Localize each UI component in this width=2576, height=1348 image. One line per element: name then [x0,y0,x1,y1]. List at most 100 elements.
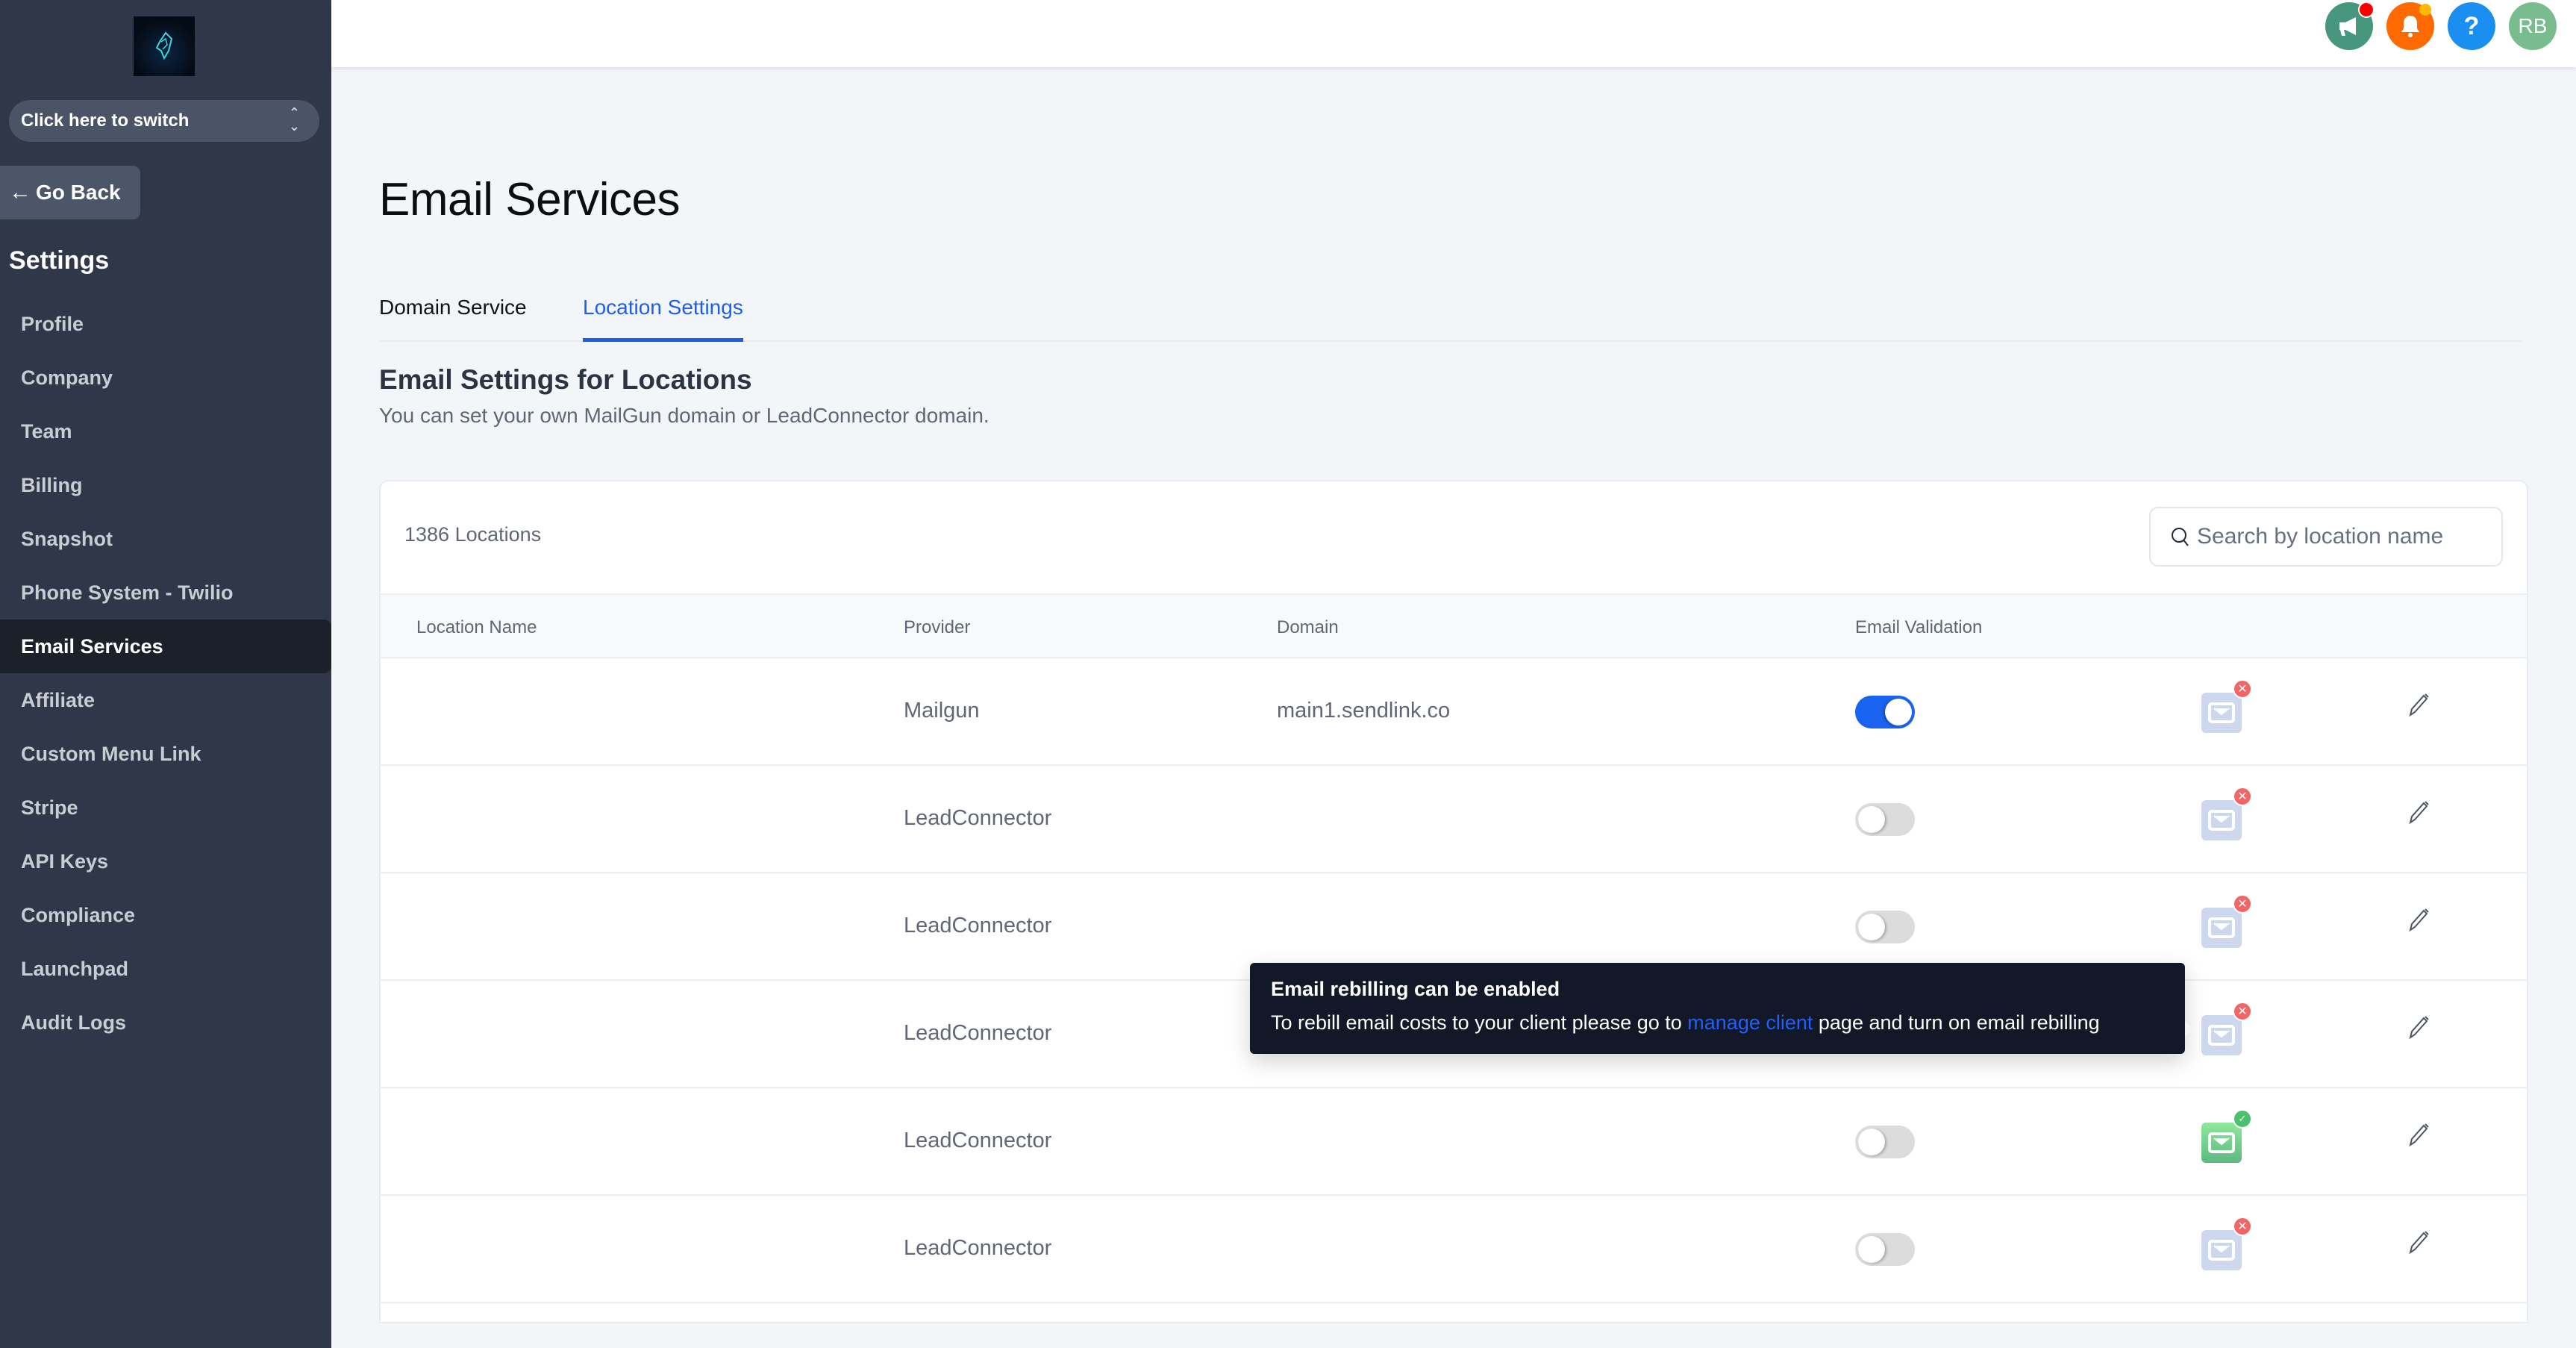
section-title: Email Settings for Locations [379,364,752,395]
top-header: ? RB [331,0,2576,67]
notification-dot [2358,1,2375,18]
search-icon [2172,528,2189,546]
locations-card: 1386 Locations Location Name Provider Do… [379,480,2528,1323]
provider-cell: LeadConnector [904,1129,1052,1152]
column-header-provider[interactable]: Provider [904,617,970,638]
email-validation-toggle[interactable] [1855,1233,1915,1266]
notification-dot [2419,4,2431,16]
manage-client-link[interactable]: manage client [1687,1011,1813,1034]
pencil-edit-icon[interactable] [2403,1121,2433,1151]
card-toolbar: 1386 Locations [381,481,2527,593]
arrow-left-icon: ← [9,180,31,205]
provider-cell: LeadConnector [904,1236,1052,1260]
tab-location-settings[interactable]: Location Settings [583,296,743,342]
go-back-button[interactable]: ← Go Back [0,166,140,219]
sidebar-item-compliance[interactable]: Compliance [0,888,331,942]
sidebar-section-title: Settings [9,246,110,275]
table-header: Location Name Provider Domain Email Vali… [381,593,2527,658]
sidebar: Click here to switch ⌃ ⌄ ← Go Back Settin… [0,0,331,1348]
sidebar-item-billing[interactable]: Billing [0,458,331,512]
header-actions: ? RB [2325,1,2557,50]
table-row: Mailgun main1.sendlink.co ✕ [381,658,2527,766]
user-avatar[interactable]: RB [2509,2,2557,50]
sidebar-item-api-keys[interactable]: API Keys [0,834,331,888]
sidebar-item-launchpad[interactable]: Launchpad [0,942,331,996]
tabs: Domain Service Location Settings [379,296,2522,342]
provider-cell: LeadConnector [904,1021,1052,1045]
lion-logo-icon [155,31,173,60]
pencil-edit-icon[interactable] [2403,799,2433,829]
pencil-edit-icon[interactable] [2403,691,2433,721]
email-rebilling-status[interactable]: ✕ [2201,787,2252,840]
account-switcher-label: Click here to switch [21,110,190,131]
tab-domain-service[interactable]: Domain Service [379,296,527,334]
section-subtitle: You can set your own MailGun domain or L… [379,404,990,427]
email-validation-toggle[interactable] [1855,803,1915,836]
sidebar-item-team[interactable]: Team [0,405,331,458]
sidebar-item-snapshot[interactable]: Snapshot [0,512,331,566]
tooltip-caret [2185,1021,2194,1036]
provider-cell: LeadConnector [904,914,1052,937]
check-icon: ✓ [2233,1109,2252,1129]
notifications-button[interactable] [2386,2,2434,50]
help-button[interactable]: ? [2448,2,2495,50]
rebilling-tooltip: Email rebilling can be enabled To rebill… [1250,963,2194,1054]
error-x-icon: ✕ [2233,679,2252,699]
sidebar-item-company[interactable]: Company [0,351,331,405]
bell-icon [2401,16,2419,37]
email-validation-toggle[interactable] [1855,911,1915,943]
email-validation-toggle[interactable] [1855,1126,1915,1158]
sidebar-item-email-services[interactable]: Email Services [0,620,331,673]
envelope-icon [2208,1132,2235,1153]
error-x-icon: ✕ [2233,787,2252,806]
sidebar-item-stripe[interactable]: Stripe [0,781,331,834]
envelope-icon [2208,702,2235,723]
company-logo[interactable] [134,16,195,76]
sidebar-item-phone-system[interactable]: Phone System - Twilio [0,566,331,620]
go-back-label: Go Back [36,181,121,204]
tooltip-text-before: To rebill email costs to your client ple… [1271,1011,1688,1034]
table-row: LeadConnector ✕ [381,766,2527,873]
toggle-knob [1858,1129,1885,1155]
announcements-button[interactable] [2325,1,2375,50]
chevron-up-down-icon: ⌃ ⌄ [288,105,300,134]
help-icon: ? [2463,11,2480,40]
email-rebilling-status[interactable]: ✕ [2201,1217,2252,1270]
error-x-icon: ✕ [2233,1217,2252,1236]
sidebar-item-profile[interactable]: Profile [0,297,331,351]
toggle-knob [1885,699,1912,726]
toggle-knob [1858,914,1885,940]
pencil-edit-icon[interactable] [2403,1229,2433,1258]
envelope-icon [2208,917,2235,938]
error-x-icon: ✕ [2233,894,2252,914]
settings-nav: Profile Company Team Billing Snapshot Ph… [0,297,331,1049]
email-validation-toggle[interactable] [1855,696,1915,728]
email-rebilling-status[interactable]: ✓ [2201,1109,2252,1163]
sidebar-item-custom-menu-link[interactable]: Custom Menu Link [0,727,331,781]
account-switcher[interactable]: Click here to switch ⌃ ⌄ [9,100,319,142]
pencil-edit-icon[interactable] [2403,1014,2433,1043]
toggle-knob [1858,1236,1885,1263]
email-rebilling-status[interactable]: ✕ [2201,679,2252,733]
envelope-icon [2208,1240,2235,1261]
tooltip-text-after: page and turn on email rebilling [1813,1011,2100,1034]
search-input[interactable] [2197,524,2451,549]
page-title: Email Services [379,174,681,225]
envelope-icon [2208,1025,2235,1046]
column-header-location-name[interactable]: Location Name [416,617,537,638]
pencil-edit-icon[interactable] [2403,906,2433,936]
domain-cell: main1.sendlink.co [1277,699,1451,723]
provider-cell: Mailgun [904,699,980,723]
tooltip-body: To rebill email costs to your client ple… [1271,1011,2164,1035]
email-rebilling-status[interactable]: ✕ [2201,1002,2252,1055]
megaphone-icon [2339,17,2356,36]
avatar-initials: RB [2518,14,2548,37]
email-rebilling-status[interactable]: ✕ [2201,894,2252,948]
column-header-email-validation[interactable]: Email Validation [1855,617,1982,638]
search-box[interactable] [2149,507,2503,567]
column-header-domain[interactable]: Domain [1277,617,1339,638]
envelope-icon [2208,810,2235,831]
sidebar-item-audit-logs[interactable]: Audit Logs [0,996,331,1049]
sidebar-item-affiliate[interactable]: Affiliate [0,673,331,727]
table-row: LeadConnector ✓ [381,1088,2527,1196]
